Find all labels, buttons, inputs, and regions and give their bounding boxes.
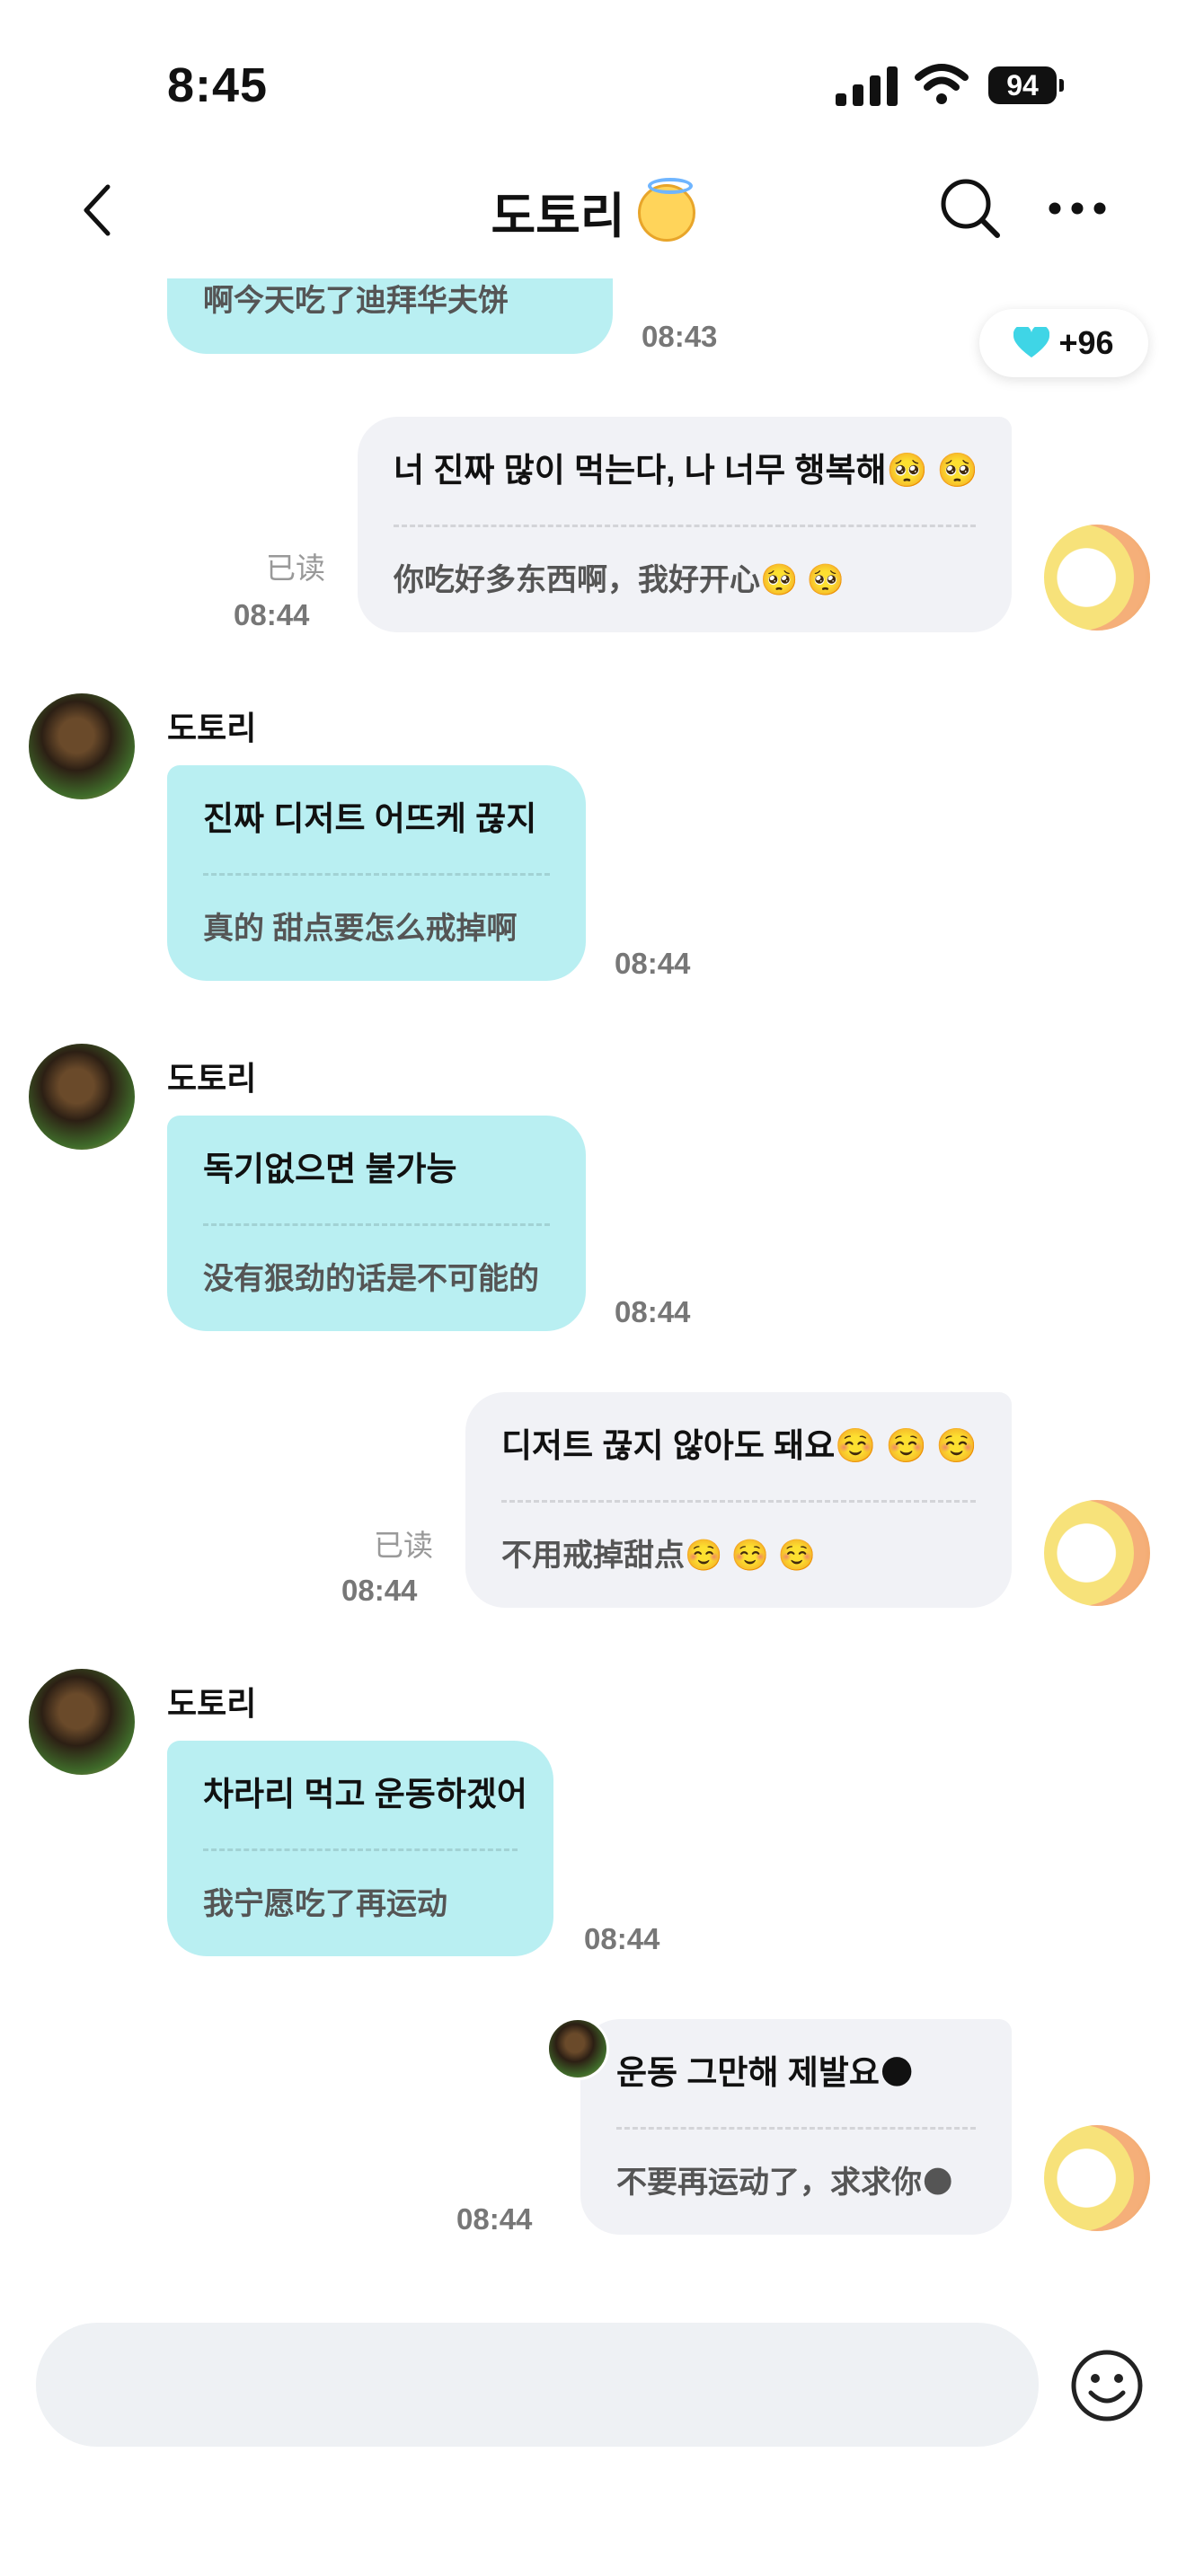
smiling-halo-emoji-icon <box>637 178 695 242</box>
reaction-avatar <box>546 2017 609 2080</box>
message-time: 08:44 <box>234 598 310 631</box>
message-time: 08:43 <box>642 320 718 353</box>
message-input[interactable] <box>36 2323 1039 2447</box>
chat-title-text: 도토리 <box>491 190 625 243</box>
message-bubble[interactable]: 운동 그만해 제발요🌑 不要再运动了，求求你🌑 <box>580 2019 1012 2235</box>
message-bubble[interactable]: 啊今天吃了迪拜华夫饼 <box>167 278 613 354</box>
sender-name: 도토리 <box>167 710 257 746</box>
likes-badge[interactable]: +96 <box>979 309 1148 377</box>
battery-indicator: 94 <box>988 66 1064 104</box>
contact-avatar[interactable] <box>29 693 135 799</box>
message-original: 진짜 디저트 어뜨케 끊지 <box>203 800 537 837</box>
message-time: 08:44 <box>615 947 691 980</box>
read-receipt: 已读 <box>374 1529 433 1562</box>
message-translation: 不用戒掉甜点☺️ ☺️ ☺️ <box>501 1539 816 1573</box>
wifi-icon <box>915 64 969 104</box>
read-receipt: 已读 <box>266 551 325 585</box>
emoji-icon[interactable] <box>1069 2348 1145 2423</box>
my-avatar[interactable] <box>1044 1500 1150 1606</box>
message-translation: 不要再运动了，求求你🌑 <box>616 2166 954 2200</box>
message-bubble[interactable]: 차라리 먹고 운동하겠어 我宁愿吃了再运动 <box>167 1741 553 1956</box>
search-icon[interactable] <box>938 176 1003 241</box>
message-time: 08:44 <box>341 1574 418 1607</box>
message-translation: 没有狠劲的话是不可能的 <box>203 1262 539 1296</box>
message-time: 08:44 <box>456 2202 533 2236</box>
message-translation: 你吃好多东西啊，我好开心🥺 🥺 <box>394 563 845 597</box>
status-time: 8:45 <box>167 58 269 112</box>
chat-title: 도토리 <box>0 176 1186 247</box>
cyan-heart-icon <box>1013 327 1050 357</box>
message-original: 운동 그만해 제발요🌑 <box>616 2054 915 2091</box>
my-avatar[interactable] <box>1044 2125 1150 2231</box>
more-options-icon[interactable] <box>1048 201 1107 216</box>
contact-avatar[interactable] <box>29 1669 135 1775</box>
sender-name: 도토리 <box>167 1685 257 1722</box>
contact-avatar[interactable] <box>29 1044 135 1150</box>
message-translation: 真的 甜点要怎么戒掉啊 <box>203 912 518 946</box>
message-time: 08:44 <box>584 1922 660 1955</box>
message-original: 독기없으면 불가능 <box>203 1151 457 1187</box>
message-bubble[interactable]: 독기없으면 불가능 没有狠劲的话是不可能的 <box>167 1116 586 1331</box>
message-bubble[interactable]: 너 진짜 많이 먹는다, 나 너무 행복해🥺 🥺 你吃好多东西啊，我好开心🥺 🥺 <box>358 417 1012 632</box>
my-avatar[interactable] <box>1044 525 1150 631</box>
message-bubble[interactable]: 디저트 끊지 않아도 돼요☺️ ☺️ ☺️ 不用戒掉甜点☺️ ☺️ ☺️ <box>465 1392 1012 1608</box>
message-original: 디저트 끊지 않아도 돼요☺️ ☺️ ☺️ <box>501 1427 978 1464</box>
likes-count: +96 <box>1058 324 1114 361</box>
message-original: 차라리 먹고 운동하겠어 <box>203 1776 527 1813</box>
message-bubble[interactable]: 진짜 디저트 어뜨케 끊지 真的 甜点要怎么戒掉啊 <box>167 765 586 981</box>
cellular-signal-icon <box>836 66 898 106</box>
message-translation: 我宁愿吃了再运动 <box>203 1887 447 1921</box>
message-translation: 啊今天吃了迪拜华夫饼 <box>203 284 509 318</box>
message-original: 너 진짜 많이 먹는다, 나 너무 행복해🥺 🥺 <box>394 452 978 489</box>
sender-name: 도토리 <box>167 1060 257 1097</box>
message-time: 08:44 <box>615 1295 691 1328</box>
